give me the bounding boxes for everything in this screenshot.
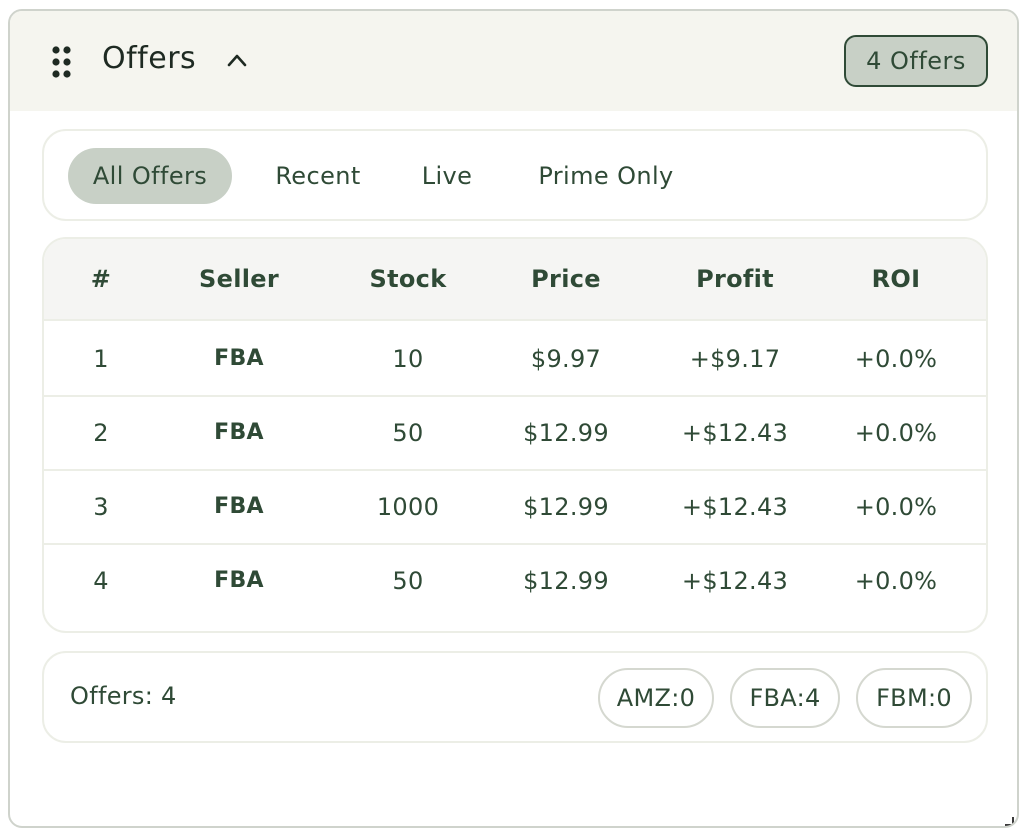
panel-title: Offers <box>102 41 197 76</box>
tab-all-offers[interactable]: All Offers <box>68 148 232 204</box>
column-header-roi[interactable]: ROI <box>872 265 921 293</box>
row-price: $12.99 <box>523 419 609 447</box>
amz-count-badge: AMZ:0 <box>598 668 714 728</box>
row-roi: +0.0% <box>854 493 938 521</box>
column-header-stock[interactable]: Stock <box>370 265 447 293</box>
offers-total-label: Offers: 4 <box>70 682 177 710</box>
chevron-up-icon[interactable] <box>226 51 248 69</box>
offers-panel: Offers 4 Offers All Offers Recent Live P… <box>8 9 1019 828</box>
row-price: $9.97 <box>530 345 602 373</box>
offers-summary: Offers: 4 AMZ:0 FBA:4 FBM:0 <box>42 651 988 743</box>
panel-header: Offers 4 Offers <box>10 11 1017 111</box>
resize-grip-icon[interactable] <box>1003 812 1015 826</box>
row-index: 1 <box>93 345 109 373</box>
drag-handle-icon[interactable] <box>52 46 72 78</box>
row-profit: +$12.43 <box>681 493 789 521</box>
row-roi: +0.0% <box>854 419 938 447</box>
table-row[interactable]: 3 FBA 1000 $12.99 +$12.43 +0.0% <box>44 471 986 545</box>
tab-prime-only[interactable]: Prime Only <box>516 148 696 204</box>
offers-count-badge: 4 Offers <box>844 35 988 87</box>
row-seller: FBA <box>214 420 264 445</box>
row-index: 4 <box>93 567 109 595</box>
table-row[interactable]: 4 FBA 50 $12.99 +$12.43 +0.0% <box>44 545 986 619</box>
row-index: 3 <box>93 493 109 521</box>
tab-recent[interactable]: Recent <box>258 148 378 204</box>
column-header-index[interactable]: # <box>91 265 111 293</box>
filter-tabs: All Offers Recent Live Prime Only <box>42 129 988 221</box>
fbm-count-badge: FBM:0 <box>856 668 972 728</box>
table-row[interactable]: 1 FBA 10 $9.97 +$9.17 +0.0% <box>44 323 986 397</box>
table-header: # Seller Stock Price Profit ROI <box>44 239 986 321</box>
row-stock: 10 <box>392 345 424 373</box>
column-header-profit[interactable]: Profit <box>696 265 774 293</box>
row-seller: FBA <box>214 568 264 593</box>
row-stock: 50 <box>392 419 424 447</box>
tab-live[interactable]: Live <box>406 148 488 204</box>
row-price: $12.99 <box>523 493 609 521</box>
row-roi: +0.0% <box>854 345 938 373</box>
row-profit: +$9.17 <box>689 345 781 373</box>
column-header-seller[interactable]: Seller <box>199 265 279 293</box>
row-profit: +$12.43 <box>681 419 789 447</box>
row-stock: 50 <box>392 567 424 595</box>
row-seller: FBA <box>214 494 264 519</box>
row-roi: +0.0% <box>854 567 938 595</box>
row-index: 2 <box>93 419 109 447</box>
row-profit: +$12.43 <box>681 567 789 595</box>
table-row[interactable]: 2 FBA 50 $12.99 +$12.43 +0.0% <box>44 397 986 471</box>
fba-count-badge: FBA:4 <box>730 668 840 728</box>
column-header-price[interactable]: Price <box>531 265 601 293</box>
offers-table: # Seller Stock Price Profit ROI 1 FBA 10… <box>42 237 988 633</box>
row-price: $12.99 <box>523 567 609 595</box>
row-stock: 1000 <box>376 493 440 521</box>
row-seller: FBA <box>214 346 264 371</box>
